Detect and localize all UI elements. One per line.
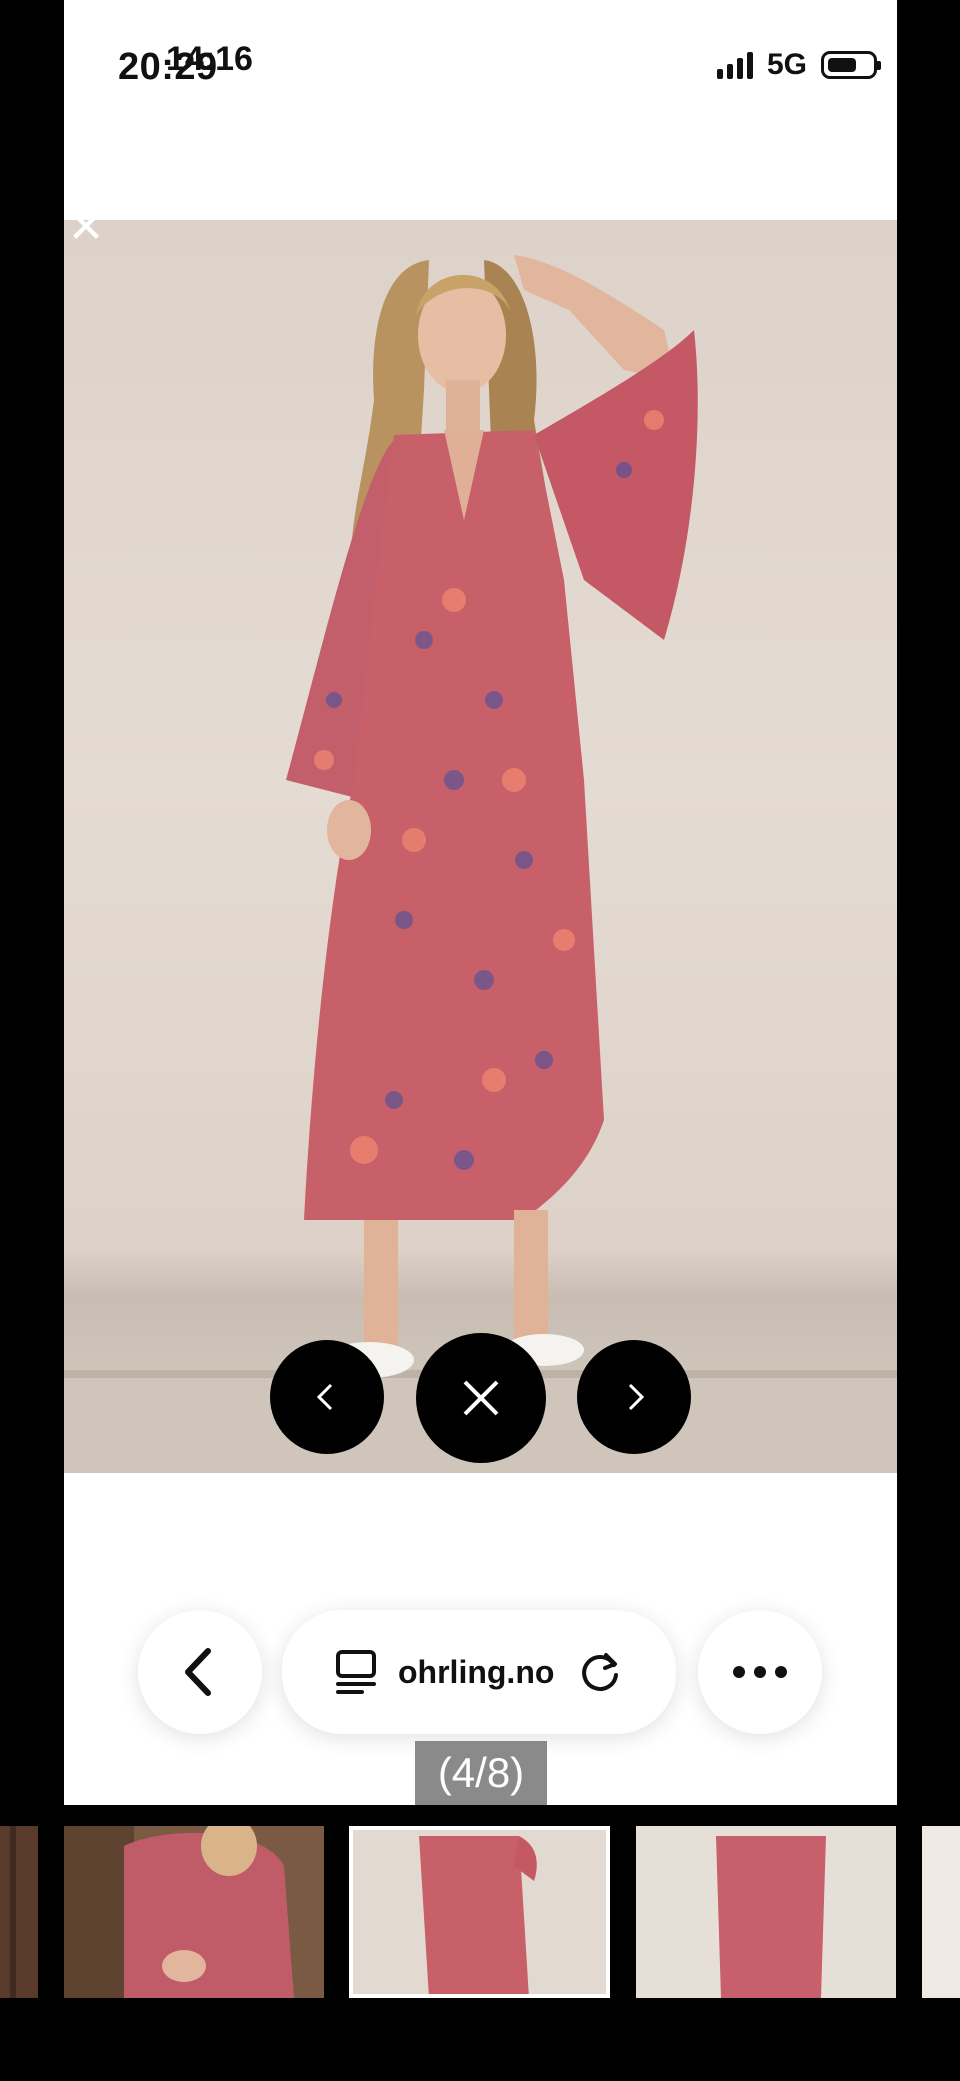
battery-icon [821, 51, 881, 79]
chevron-left-icon [185, 1648, 211, 1696]
thumbnail[interactable] [922, 1826, 960, 1998]
image-counter: (4/8) [415, 1741, 547, 1805]
browser-back-button[interactable] [138, 1610, 262, 1734]
status-icons: 5G [716, 48, 881, 82]
reader-mode-icon[interactable] [334, 1648, 378, 1696]
chevron-left-icon [316, 1383, 333, 1411]
close-viewer-button[interactable] [416, 1333, 546, 1463]
close-icon[interactable]: ✕ [66, 206, 106, 250]
previous-image-button[interactable] [270, 1340, 384, 1454]
more-options-button[interactable] [698, 1610, 822, 1734]
thumbnail[interactable] [636, 1826, 896, 1998]
browser-screen: 20:29 14:16 5G ✕ ohrling.no (4/8) [64, 0, 897, 1805]
photo-illustration [64, 255, 897, 1473]
thumbnail[interactable] [64, 1826, 324, 1998]
address-bar[interactable]: ohrling.no [282, 1610, 676, 1734]
product-photo[interactable] [64, 220, 897, 1473]
network-label: 5G [766, 48, 807, 81]
more-icon [733, 1666, 787, 1678]
close-icon [463, 1380, 499, 1416]
next-image-button[interactable] [577, 1340, 691, 1454]
chevron-right-icon [628, 1383, 645, 1411]
url-text[interactable]: ohrling.no [398, 1654, 558, 1691]
status-time-overlay: 14:16 [166, 40, 253, 78]
signal-icon [716, 51, 753, 79]
reload-icon[interactable] [578, 1649, 624, 1695]
thumbnail-selected[interactable] [349, 1826, 610, 1998]
thumbnail[interactable] [0, 1826, 38, 1998]
thumbnail-strip [0, 1820, 960, 2000]
